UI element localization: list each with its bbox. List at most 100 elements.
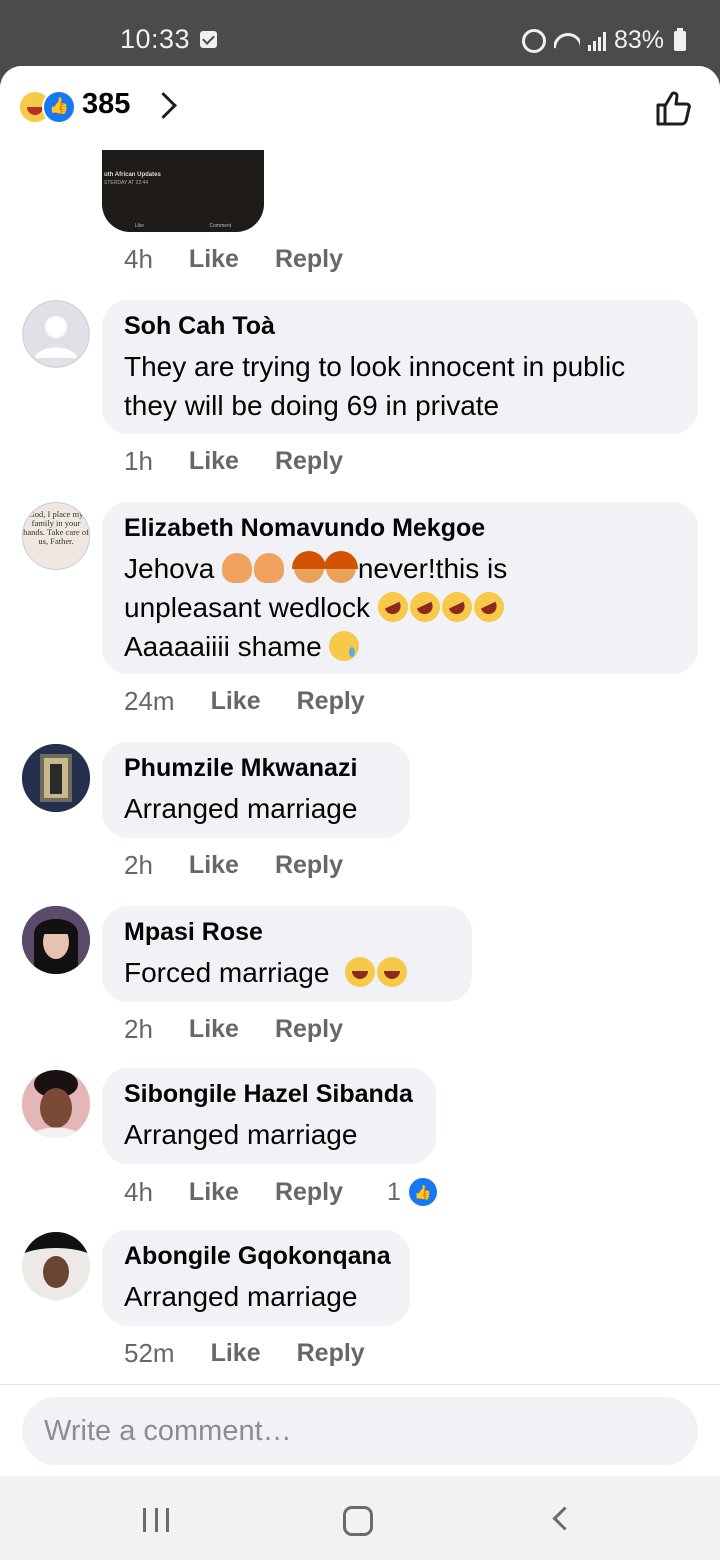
reaction-count[interactable]: 385: [82, 88, 130, 121]
alarm-icon: [521, 28, 546, 53]
comment-text: Arranged marriage: [124, 793, 358, 824]
comment-meta: 2h Like Reply: [124, 1014, 343, 1045]
person-raising-hands-emoji-icon: [251, 550, 288, 583]
avatar[interactable]: [22, 1070, 90, 1138]
comment-text-part: never!this is: [357, 553, 508, 584]
reaction-count-number: 1: [387, 1177, 401, 1206]
rolling-laughing-emoji-icon: [468, 587, 509, 627]
rolling-laughing-emoji-icon: [372, 587, 413, 627]
recents-button[interactable]: [143, 1508, 169, 1532]
avatar[interactable]: God, I place my family in your hands. Ta…: [22, 502, 90, 570]
media-subtitle: STERDAY AT 22:44: [104, 180, 149, 186]
status-icons: 83%: [521, 26, 686, 55]
comment-reaction-count[interactable]: 1 👍: [387, 1176, 439, 1208]
system-nav-bar: [0, 1476, 720, 1560]
tears-of-joy-emoji-icon: [376, 957, 407, 987]
tears-of-joy-emoji-icon: [344, 957, 375, 987]
comment-bubble[interactable]: Mpasi Rose Forced marriage: [102, 906, 472, 1002]
avatar-image: [22, 1070, 90, 1138]
comment-time: 52m: [124, 1338, 175, 1368]
reply-button[interactable]: Reply: [275, 1178, 343, 1207]
avatar[interactable]: [22, 906, 90, 974]
avatar[interactable]: [22, 1232, 90, 1300]
comments-sheet: 👍 385 uth African Updates STERDAY AT 22:…: [0, 66, 720, 1476]
avatar-caption: God, I place my family in your hands. Ta…: [23, 509, 89, 546]
home-button[interactable]: [343, 1506, 373, 1536]
comment-time: 2h: [124, 1014, 153, 1044]
reply-button[interactable]: Reply: [297, 1339, 365, 1368]
avatar-image: [22, 906, 90, 974]
avatar[interactable]: [22, 300, 90, 368]
comment-bubble[interactable]: Sibongile Hazel Sibanda Arranged marriag…: [102, 1068, 436, 1164]
status-time: 10:33: [120, 24, 191, 54]
back-button[interactable]: [552, 1506, 577, 1531]
commenter-name[interactable]: Phumzile Mkwanazi: [124, 754, 388, 783]
commenter-name[interactable]: Elizabeth Nomavundo Mekgoe: [124, 514, 676, 543]
battery-icon: [674, 27, 686, 51]
reply-button[interactable]: Reply: [275, 1015, 343, 1044]
status-bar: 10:33 83%: [0, 0, 720, 66]
comment-bubble[interactable]: Soh Cah Toà They are trying to look inno…: [102, 300, 698, 434]
comment-meta: 2h Like Reply: [124, 850, 343, 881]
comment-meta: 4h Like Reply 1 👍: [124, 1176, 439, 1208]
chevron-right-icon[interactable]: [150, 92, 177, 119]
facepalm-emoji-icon: [323, 551, 358, 583]
comment-text: Forced marriage: [124, 953, 450, 992]
reply-button[interactable]: Reply: [275, 245, 343, 274]
write-comment-input[interactable]: [22, 1397, 698, 1465]
reply-button[interactable]: Reply: [275, 447, 343, 476]
comment-time: 24m: [124, 686, 175, 716]
crying-face-emoji-icon: [329, 631, 360, 661]
comment-text-part: Aaaaaiiii shame: [124, 631, 322, 662]
comment-time: 4h: [124, 1176, 153, 1207]
reaction-summary[interactable]: 👍: [18, 90, 78, 124]
comment-meta: 24m Like Reply: [124, 686, 365, 717]
like-reaction-icon: 👍: [406, 1176, 439, 1208]
signal-icon: [587, 31, 606, 51]
comment-bubble[interactable]: Elizabeth Nomavundo Mekgoe Jehova never!…: [102, 502, 698, 674]
commenter-name[interactable]: Abongile Gqokonqana: [124, 1242, 391, 1271]
reply-button[interactable]: Reply: [297, 687, 365, 716]
wifi-icon: [554, 31, 580, 51]
like-button[interactable]: Like: [189, 245, 239, 274]
like-button[interactable]: Like: [189, 1015, 239, 1044]
thumb-up-icon[interactable]: [654, 88, 694, 128]
checkbox-notification-icon: [200, 31, 217, 48]
avatar[interactable]: [22, 744, 90, 812]
comment-text-part: unpleasant wedlock: [124, 592, 370, 623]
media-comment-label: Comment: [209, 223, 232, 229]
like-button[interactable]: Like: [189, 851, 239, 880]
comment-text: Arranged marriage: [124, 1281, 358, 1312]
comment-composer-bar: [0, 1384, 720, 1476]
like-button[interactable]: Like: [189, 1178, 239, 1207]
comment-meta: 1h Like Reply: [124, 446, 343, 477]
default-avatar-icon: [22, 300, 90, 368]
media-title: uth African Updates: [104, 172, 161, 178]
rolling-laughing-emoji-icon: [404, 587, 445, 627]
like-button[interactable]: Like: [211, 1339, 261, 1368]
comment-bubble[interactable]: Abongile Gqokonqana Arranged marriage: [102, 1230, 410, 1326]
like-button[interactable]: Like: [189, 447, 239, 476]
commenter-name[interactable]: Mpasi Rose: [124, 918, 450, 947]
avatar-image: [22, 1232, 90, 1300]
comment-time: 2h: [124, 850, 153, 880]
reactions-header: 👍 385: [0, 66, 720, 150]
comment-meta: 4h Like Reply: [124, 244, 343, 275]
comment-time: 4h: [124, 244, 153, 274]
like-button[interactable]: Like: [211, 687, 261, 716]
battery-percent: 83%: [613, 26, 664, 54]
media-action-bar: Like Comment: [102, 220, 264, 232]
comment-text: They are trying to look innocent in publ…: [124, 351, 626, 421]
comment-meta: 52m Like Reply: [124, 1338, 365, 1369]
comment-text-part: Jehova: [124, 553, 215, 584]
reply-button[interactable]: Reply: [275, 851, 343, 880]
like-reaction-icon: 👍: [42, 90, 76, 124]
comment-bubble[interactable]: Phumzile Mkwanazi Arranged marriage: [102, 742, 410, 838]
commenter-name[interactable]: Sibongile Hazel Sibanda: [124, 1080, 414, 1109]
media-like-label: Like: [134, 223, 144, 229]
commenter-name[interactable]: Soh Cah Toà: [124, 312, 676, 341]
facepalm-emoji-icon: [291, 551, 326, 583]
comment-media-image[interactable]: uth African Updates STERDAY AT 22:44 Lik…: [102, 146, 264, 232]
comment-time: 1h: [124, 446, 153, 476]
comment-text: Jehova never!this is unpleasant wedlock …: [124, 549, 676, 666]
